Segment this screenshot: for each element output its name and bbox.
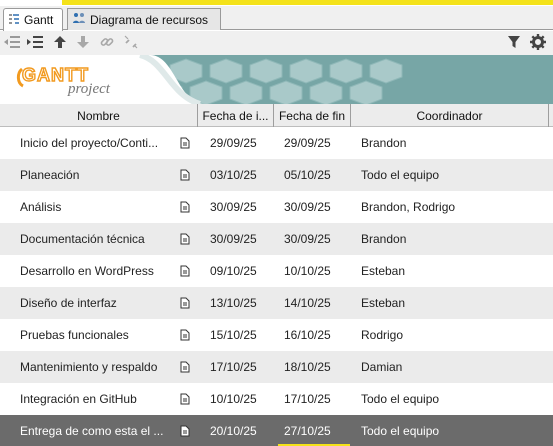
task-end-date: 05/10/25 [284, 168, 331, 182]
task-start-date: 10/10/25 [210, 392, 257, 406]
task-start-date: 17/10/25 [210, 360, 257, 374]
logo-sub-text: project [67, 81, 111, 97]
table-row[interactable]: Inicio del proyecto/Conti... 29/09/25 29… [0, 127, 553, 159]
column-header-name[interactable]: Nombre [0, 104, 198, 127]
task-coordinator: Esteban [361, 296, 406, 310]
task-table: Inicio del proyecto/Conti... 29/09/25 29… [0, 127, 553, 446]
task-coordinator: Brandon, Rodrigo [361, 200, 456, 214]
indent-icon [26, 35, 44, 52]
indent-button[interactable] [26, 34, 44, 52]
table-row[interactable]: Diseño de interfaz 13/10/25 14/10/25 Est… [0, 287, 553, 319]
task-name: Inicio del proyecto/Conti... [20, 136, 159, 150]
notes-icon[interactable] [172, 297, 198, 309]
notes-icon[interactable] [172, 425, 198, 437]
task-name: Análisis [20, 200, 62, 214]
task-end-date: 29/09/25 [284, 136, 331, 150]
settings-icon [530, 33, 546, 53]
move-up-button[interactable] [51, 34, 69, 52]
task-end-date: 17/10/25 [284, 392, 331, 406]
task-start-date: 15/10/25 [210, 328, 257, 342]
column-header-start-date[interactable]: Fecha de i... [198, 104, 274, 127]
filter-button[interactable] [505, 34, 523, 52]
task-name: Pruebas funcionales [20, 328, 129, 342]
task-start-date: 29/09/25 [210, 136, 257, 150]
move-down-button[interactable] [74, 34, 92, 52]
task-coordinator: Brandon [361, 136, 407, 150]
unlink-button[interactable] [122, 34, 140, 52]
task-start-date: 30/09/25 [210, 200, 257, 214]
settings-button[interactable] [529, 33, 547, 53]
filter-icon [507, 35, 521, 52]
table-row-selected[interactable]: Entrega de como esta el ... 20/10/25 27/… [0, 415, 553, 446]
ganttproject-logo: GANTT project [14, 59, 124, 99]
task-end-date[interactable]: 27/10/25 [274, 415, 351, 446]
notes-icon[interactable] [172, 137, 198, 149]
task-start-date: 13/10/25 [210, 296, 257, 310]
table-row[interactable]: Documentación técnica 30/09/25 30/09/25 … [0, 223, 553, 255]
table-row[interactable]: Desarrollo en WordPress 09/10/25 10/10/2… [0, 255, 553, 287]
task-coordinator: Todo el equipo [361, 168, 440, 182]
table-header: Nombre Fecha de i... Fecha de fin Coordi… [0, 104, 553, 127]
task-start-date: 03/10/25 [210, 168, 257, 182]
tab-label: Gantt [24, 13, 54, 27]
task-coordinator: Damian [361, 360, 403, 374]
link-button[interactable] [98, 34, 116, 52]
task-end-date: 18/10/25 [284, 360, 331, 374]
table-row[interactable]: Integración en GitHub 10/10/25 17/10/25 … [0, 383, 553, 415]
task-name: Planeación [20, 168, 80, 182]
tab-gantt[interactable]: Gantt [3, 8, 63, 31]
task-start-date: 09/10/25 [210, 264, 257, 278]
task-start-date: 20/10/25 [210, 424, 257, 438]
task-end-date: 14/10/25 [284, 296, 331, 310]
resources-icon [72, 12, 90, 27]
tab-label: Diagrama de recursos [90, 12, 209, 27]
task-name: Desarrollo en WordPress [20, 264, 154, 278]
task-name: Integración en GitHub [20, 392, 137, 406]
link-icon [99, 34, 115, 53]
task-coordinator: Esteban [361, 264, 406, 278]
notes-icon[interactable] [172, 233, 198, 245]
task-coordinator: Todo el equipo [361, 392, 440, 406]
task-end-date: 10/10/25 [284, 264, 331, 278]
task-coordinator: Rodrigo [361, 328, 404, 342]
tab-bar: Gantt Diagrama de recursos [0, 6, 553, 31]
notes-icon[interactable] [172, 393, 198, 405]
table-row[interactable]: Pruebas funcionales 15/10/25 16/10/25 Ro… [0, 319, 553, 351]
task-name: Documentación técnica [20, 232, 145, 246]
task-start-date: 30/09/25 [210, 232, 257, 246]
task-end-date: 30/09/25 [284, 232, 331, 246]
notes-icon[interactable] [172, 265, 198, 277]
task-coordinator: Brandon [361, 232, 407, 246]
task-name: Entrega de como esta el ... [20, 424, 164, 438]
table-row[interactable]: Mantenimiento y respaldo 17/10/25 18/10/… [0, 351, 553, 383]
task-name: Mantenimiento y respaldo [20, 360, 158, 374]
tab-resources[interactable]: Diagrama de recursos [67, 8, 221, 30]
notes-icon[interactable] [172, 201, 198, 213]
notes-icon[interactable] [172, 361, 198, 373]
active-indicator [62, 0, 553, 5]
ganttproject-banner: GANTT project [0, 55, 553, 104]
notes-icon[interactable] [172, 329, 198, 341]
task-name: Diseño de interfaz [20, 296, 117, 310]
move-up-icon [52, 34, 68, 53]
toolbar [0, 31, 553, 55]
move-down-icon [75, 34, 91, 53]
task-coordinator: Todo el equipo [361, 424, 440, 438]
table-row[interactable]: Planeación 03/10/25 05/10/25 Todo el equ… [0, 159, 553, 191]
column-header-coordinator[interactable]: Coordinador [351, 104, 549, 127]
task-end-date: 16/10/25 [284, 328, 331, 342]
column-header-end-date[interactable]: Fecha de fin [274, 104, 351, 127]
notes-icon[interactable] [172, 169, 198, 181]
gantt-tasks-icon [8, 13, 24, 28]
task-end-date: 30/09/25 [284, 200, 331, 214]
unlink-icon [123, 34, 139, 53]
outdent-button[interactable] [3, 34, 21, 52]
outdent-icon [3, 35, 21, 52]
table-row[interactable]: Análisis 30/09/25 30/09/25 Brandon, Rodr… [0, 191, 553, 223]
